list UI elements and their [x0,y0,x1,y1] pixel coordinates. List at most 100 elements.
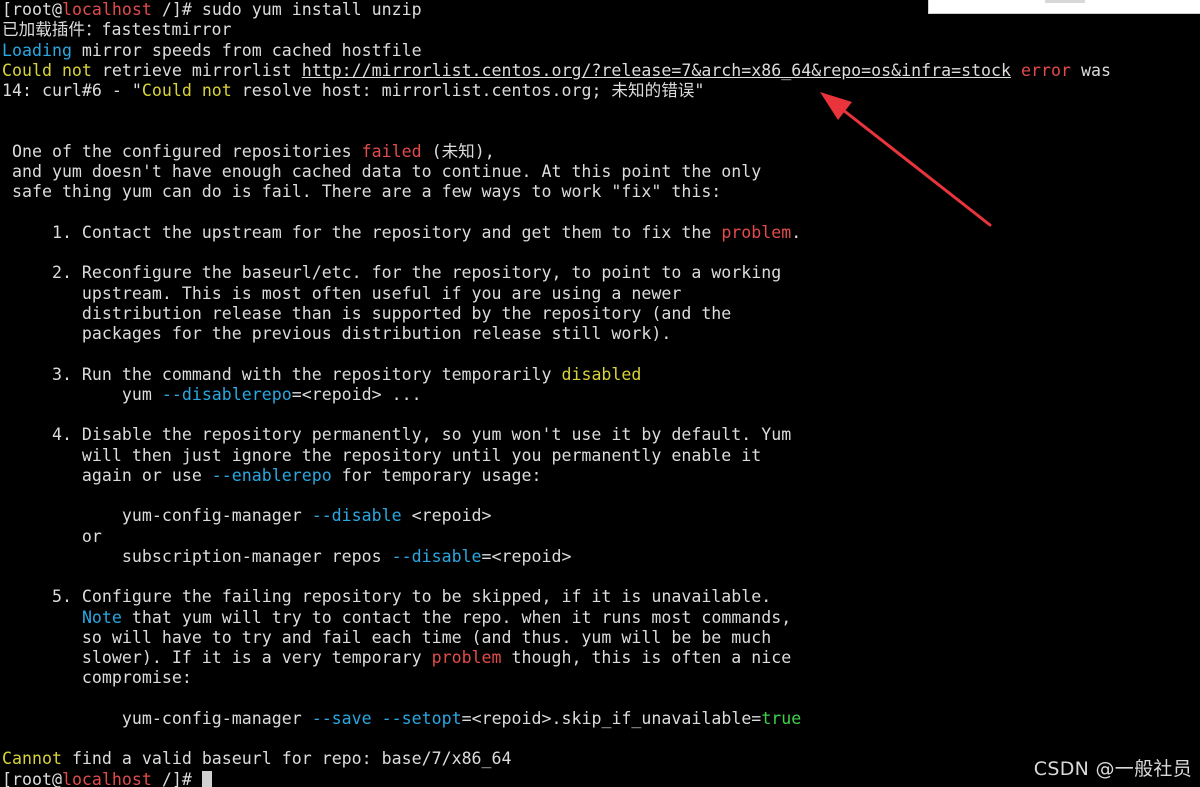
terminal-line: [root@localhost /]# [2,770,1111,787]
terminal-text: One of the configured repositories [2,141,362,161]
terminal-text: localhost [61,769,152,787]
terminal-line: again or use --enablerepo for temporary … [2,466,1111,486]
terminal-line: 5. Configure the failing repository to b… [2,587,1111,607]
terminal-cursor [201,770,212,787]
terminal-window[interactable]: [root@localhost /]# sudo yum install unz… [0,0,1200,787]
terminal-text: resolve host: mirrorlist.centos.org; 未知的… [231,81,705,100]
terminal-text: . [791,222,802,242]
terminal-text: and yum doesn't have enough cached data … [2,162,762,181]
terminal-text: or [2,526,102,546]
terminal-text: 2. Reconfigure the baseurl/etc. for the … [2,263,782,283]
terminal-text: problem [431,648,502,667]
terminal-text: yum-config-manager [2,506,312,526]
terminal-text: so will have to try and fail each time (… [2,627,772,647]
terminal-text: =<repoid> [481,546,572,566]
terminal-text: yum-config-manager [2,708,312,728]
terminal-text: was [1070,60,1111,80]
terminal-text: 3. Run the command with the repository t… [2,364,562,384]
terminal-text: Cannot [2,749,62,769]
terminal-line: compromise: [2,668,1111,688]
terminal-text: --save [311,708,372,728]
terminal-text: 14: curl#6 - " [2,81,142,100]
terminal-text: [root@ [2,0,62,19]
terminal-text: upstream. This is most often useful if y… [2,283,682,303]
terminal-text: compromise: [2,668,192,688]
terminal-text: =<repoid> ... [291,384,422,404]
terminal-text: slower). If it is a very temporary [2,648,432,667]
terminal-text: --disablerepo [161,384,292,404]
terminal-line: Note that yum will try to contact the re… [2,608,1111,628]
terminal-text: (未知), [421,141,495,161]
terminal-text: Note [81,607,122,627]
terminal-text: Could not [141,81,232,100]
terminal-text: yum [2,384,162,404]
terminal-text: 已加载插件：fastestmirror [2,20,232,40]
terminal-text: Could not [2,60,92,80]
terminal-line: 已加载插件：fastestmirror [2,20,1111,40]
terminal-text: --setopt [381,708,462,728]
terminal-text: will then just ignore the repository unt… [2,445,762,465]
terminal-line: will then just ignore the repository unt… [2,446,1111,466]
terminal-text: though, this is often a nice [501,648,792,667]
terminal-text: --disable [391,546,482,566]
terminal-text: for temporary usage: [331,465,542,485]
terminal-output: [root@localhost /]# sudo yum install unz… [2,0,1111,787]
terminal-text: packages for the previous distribution r… [2,324,672,343]
terminal-text: --enablerepo [211,465,332,485]
terminal-text: /]# [151,769,202,787]
terminal-line: safe thing yum can do is fail. There are… [2,182,1111,202]
top-toolbar-fragment [928,0,1200,14]
terminal-line: packages for the previous distribution r… [2,324,1111,344]
terminal-text: error [1021,60,1071,80]
terminal-text: Loading [2,40,72,60]
terminal-line: 4. Disable the repository permanently, s… [2,425,1111,445]
terminal-text: <repoid> [401,506,492,526]
terminal-line: Loading mirror speeds from cached hostfi… [2,41,1111,61]
terminal-line: or [2,527,1111,547]
terminal-line: yum-config-manager --disable <repoid> [2,506,1111,526]
terminal-line: Cannot find a valid baseurl for repo: ba… [2,749,1111,769]
terminal-line: 3. Run the command with the repository t… [2,365,1111,385]
terminal-text: 4. Disable the repository permanently, s… [2,425,792,445]
terminal-line: so will have to try and fail each time (… [2,628,1111,648]
terminal-text: 5. Configure the failing repository to b… [2,587,772,607]
csdn-watermark: CSDN @一般社员 [1033,758,1192,780]
terminal-text: mirror speeds from cached hostfile [71,40,422,60]
terminal-text: again or use [2,465,212,485]
terminal-line: distribution release than is supported b… [2,304,1111,324]
mirrorlist-link[interactable]: http://mirrorlist.centos.org/?release=7&… [302,61,1011,80]
terminal-line: upstream. This is most often useful if y… [2,284,1111,304]
terminal-text: retrieve mirrorlist [91,60,302,80]
terminal-text: localhost [61,0,152,19]
terminal-text: failed [361,141,422,161]
terminal-line: subscription-manager repos --disable=<re… [2,547,1111,567]
terminal-text: safe thing yum can do is fail. There are… [2,182,722,202]
terminal-text: --disable [311,506,402,526]
terminal-line: 1. Contact the upstream for the reposito… [2,223,1111,243]
terminal-text: subscription-manager repos [2,546,392,566]
terminal-text: that yum will try to contact the repo. w… [121,607,792,627]
terminal-text: 1. Contact the upstream for the reposito… [2,222,722,242]
terminal-line: One of the configured repositories faile… [2,142,1111,162]
toolbar-item [1045,0,1085,3]
terminal-text: distribution release than is supported b… [2,303,732,323]
terminal-text: =<repoid>.skip_if_unavailable= [461,708,762,728]
terminal-line: yum-config-manager --save --setopt=<repo… [2,709,1111,729]
terminal-line: 14: curl#6 - "Could not resolve host: mi… [2,81,1111,101]
terminal-line: Could not retrieve mirrorlist http://mir… [2,61,1111,81]
terminal-line: yum --disablerepo=<repoid> ... [2,385,1111,405]
terminal-line: slower). If it is a very temporary probl… [2,648,1111,668]
terminal-line: and yum doesn't have enough cached data … [2,162,1111,182]
terminal-text: problem [721,222,792,242]
terminal-text: disabled [561,364,642,384]
